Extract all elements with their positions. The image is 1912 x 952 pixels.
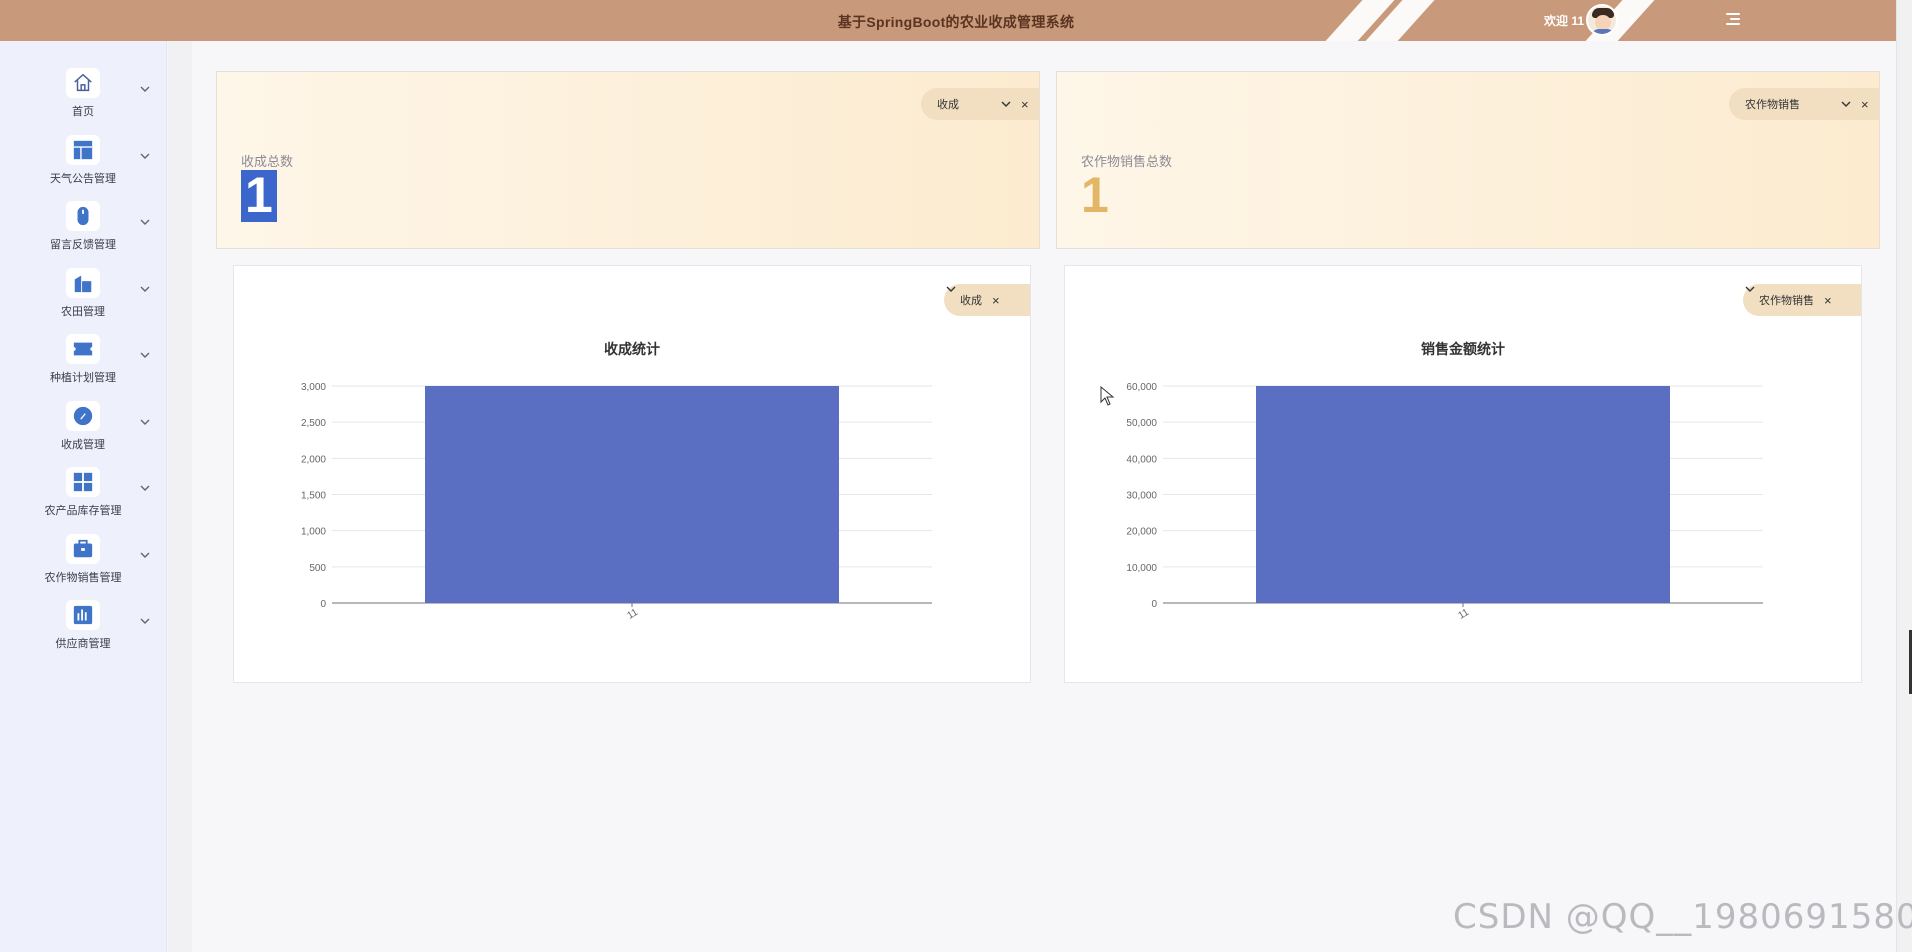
chevron-down-icon — [140, 419, 150, 425]
x-tick-label: 11 — [626, 607, 641, 622]
briefcase-icon — [66, 534, 100, 564]
sidebar-item-label: 农田管理 — [61, 306, 105, 318]
chevron-down-icon — [140, 86, 150, 92]
layout-icon — [66, 135, 100, 165]
grid-icon — [66, 467, 100, 497]
chart-title: 收成统计 — [604, 341, 660, 357]
stat-select-harvest[interactable]: 收成 × — [921, 88, 1039, 120]
page-scrollbar[interactable] — [1896, 0, 1912, 952]
building-icon — [66, 268, 100, 298]
mouse-cursor-icon — [1100, 386, 1115, 406]
sidebar-item-label: 收成管理 — [61, 439, 105, 451]
sidebar-item-farmland[interactable]: 农田管理 — [0, 266, 167, 330]
y-tick-label: 1,500 — [301, 491, 326, 502]
y-tick-label: 500 — [309, 563, 326, 574]
sidebar-item-label: 天气公告管理 — [50, 173, 116, 185]
chevron-down-icon — [140, 485, 150, 491]
sidebar-item-label: 留言反馈管理 — [50, 239, 116, 251]
sidebar-item-label: 种植计划管理 — [50, 372, 116, 384]
y-tick-label: 60,000 — [1126, 382, 1157, 393]
stat-select-crop-sales[interactable]: 农作物销售 × — [1729, 88, 1879, 120]
y-tick-label: 10,000 — [1126, 563, 1157, 574]
sales-amount-bar-chart: 销售金额统计 0 10,000 20,000 30,000 40,000 50,000 60,… — [1126, 341, 1763, 622]
mouse-icon — [66, 201, 100, 231]
y-tick-label: 0 — [1151, 599, 1157, 610]
y-tick-label: 2,500 — [301, 418, 326, 429]
sidebar-item-planting-plan[interactable]: 种植计划管理 — [0, 332, 167, 396]
chevron-down-icon — [1841, 101, 1851, 107]
home-icon — [66, 68, 100, 98]
chevron-down-icon — [140, 552, 150, 558]
y-tick-label: 20,000 — [1126, 527, 1157, 538]
chevron-down-icon — [140, 618, 150, 624]
sidebar-item-label: 首页 — [72, 106, 94, 118]
select-value: 收成 — [937, 99, 959, 111]
sidebar-item-label: 供应商管理 — [55, 638, 111, 650]
y-tick-label: 0 — [320, 599, 326, 610]
ticket-icon — [66, 334, 100, 364]
sidebar-item-feedback[interactable]: 留言反馈管理 — [0, 199, 167, 263]
bar — [1256, 386, 1670, 603]
sidebar-item-label: 农作物销售管理 — [44, 572, 122, 584]
bar — [425, 386, 839, 603]
y-tick-label: 50,000 — [1126, 418, 1157, 429]
chevron-down-icon — [140, 286, 150, 292]
sidebar: 首页 天气公告管理 留言反馈管理 农田管理 种植计划管理 收成管理 农产品库存管… — [0, 41, 167, 952]
stat-card-crop-sales-total: 农作物销售 × 农作物销售总数 1 — [1056, 71, 1880, 249]
sidebar-item-crop-sales[interactable]: 农作物销售管理 — [0, 532, 167, 596]
user-avatar[interactable] — [1586, 4, 1618, 36]
select-value: 农作物销售 — [1745, 99, 1800, 111]
y-tick-label: 3,000 — [301, 382, 326, 393]
chevron-down-icon — [140, 219, 150, 225]
chart-title: 销售金额统计 — [1421, 341, 1505, 357]
watermark: CSDN @QQ__1980691580 — [1453, 897, 1912, 937]
stat-value: 1 — [241, 170, 277, 222]
chevron-down-icon — [140, 153, 150, 159]
welcome-text: 欢迎 11 — [1544, 14, 1585, 28]
compass-icon — [66, 401, 100, 431]
sidebar-item-harvest[interactable]: 收成管理 — [0, 399, 167, 463]
content-gutter — [168, 41, 192, 952]
chart-icon — [66, 600, 100, 630]
menu-toggle-icon[interactable] — [1724, 10, 1742, 28]
y-tick-label: 1,000 — [301, 527, 326, 538]
harvest-bar-chart: 收成统计 0 500 1,000 1,500 2,000 2,500 3,000 11 — [301, 341, 932, 622]
close-icon[interactable]: × — [1021, 98, 1029, 111]
sidebar-item-home[interactable]: 首页 — [0, 66, 167, 130]
chevron-down-icon — [1001, 101, 1011, 107]
stat-card-harvest-total: 收成 × 收成总数 1 — [216, 71, 1040, 249]
y-tick-label: 30,000 — [1126, 491, 1157, 502]
close-icon[interactable]: × — [1861, 98, 1869, 111]
user-menu-chevron-icon[interactable]: ▾ — [1630, 14, 1635, 25]
sidebar-item-supplier[interactable]: 供应商管理 — [0, 598, 167, 662]
stat-value: 1 — [1081, 167, 1109, 223]
sidebar-item-label: 农产品库存管理 — [44, 505, 122, 517]
chart-card-sales-amount: 农作物销售 × 销售金额统计 0 10,000 20,000 30,000 40,000 5… — [1064, 265, 1862, 683]
sidebar-item-inventory[interactable]: 农产品库存管理 — [0, 465, 167, 529]
top-header: 基于SpringBoot的农业收成管理系统 欢迎 11 ▾ — [0, 0, 1912, 41]
app-title: 基于SpringBoot的农业收成管理系统 — [837, 14, 1075, 30]
chart-card-harvest: 收成 × 收成统计 0 500 1,000 1,500 2,000 2,500 3,000 11 — [233, 265, 1031, 683]
y-tick-label: 40,000 — [1126, 454, 1157, 465]
x-tick-label: 11 — [1457, 607, 1472, 622]
chevron-down-icon — [140, 352, 150, 358]
y-tick-label: 2,000 — [301, 454, 326, 465]
sidebar-item-weather-notice[interactable]: 天气公告管理 — [0, 133, 167, 197]
